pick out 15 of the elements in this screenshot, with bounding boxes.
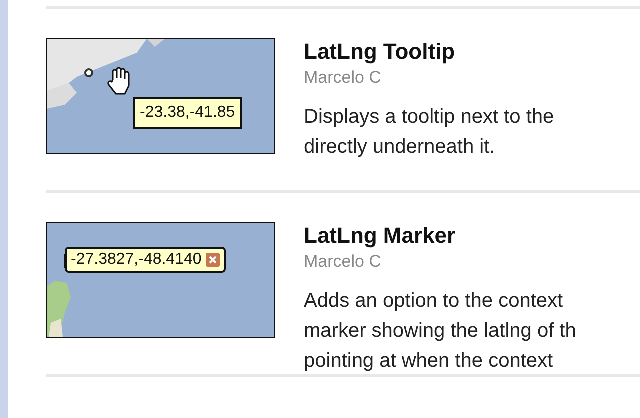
description-line: Adds an option to the context — [304, 289, 564, 314]
item-title[interactable]: LatLng Marker — [304, 223, 576, 249]
description-line: Displays a tooltip next to the — [304, 105, 554, 130]
author-name: Marcelo C — [304, 68, 382, 88]
coordinate-text: -27.3827,-48.4140 — [71, 251, 202, 269]
map-thumbnail[interactable]: -27.3827,-48.4140 — [46, 222, 275, 338]
coordinate-tooltip: -23.38,-41.85 — [133, 97, 242, 129]
item-title[interactable]: LatLng Tooltip — [304, 39, 554, 65]
description-line: pointing at when the context — [304, 349, 554, 374]
description-line: directly underneath it. — [304, 135, 496, 160]
author-name: Marcelo C — [304, 252, 382, 272]
hand-cursor-icon — [107, 66, 133, 96]
description-line: marker showing the latlng of th — [304, 319, 576, 344]
map-thumbnail[interactable]: -23.38,-41.85 — [46, 38, 275, 154]
close-icon[interactable] — [206, 253, 220, 267]
